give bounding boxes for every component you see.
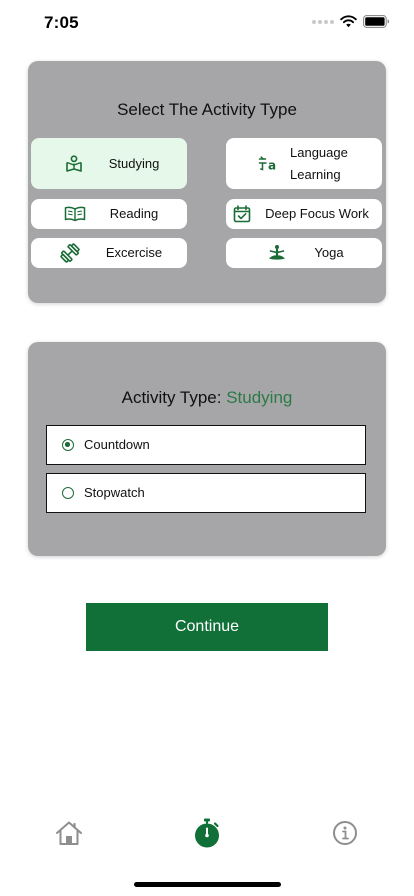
home-icon — [56, 821, 82, 845]
timer-mode-countdown[interactable]: Countdown — [46, 425, 366, 465]
activity-type-heading: Activity Type: Studying — [28, 388, 386, 408]
home-indicator[interactable] — [134, 882, 281, 887]
activity-option-studying[interactable]: Studying — [31, 138, 187, 189]
activity-option-reading[interactable]: Reading — [31, 199, 187, 229]
activity-option-label: Deep Focus Work — [265, 206, 369, 221]
wifi-icon — [340, 15, 357, 28]
timer-mode-label: Stopwatch — [84, 485, 145, 500]
activity-type-prefix: Activity Type: — [121, 388, 222, 407]
continue-button[interactable]: Continue — [86, 603, 328, 651]
dumbbell-icon — [59, 242, 81, 264]
timer-mode-label: Countdown — [84, 437, 150, 452]
activity-option-label: Language Learning — [290, 144, 348, 182]
activity-option-yoga[interactable]: Yoga — [226, 238, 382, 268]
svg-text:a: a — [268, 158, 276, 172]
activity-type-panel: Select The Activity Type Studying a Lang… — [28, 61, 386, 303]
activity-type-value: Studying — [226, 388, 293, 407]
timer-mode-panel: Activity Type: Studying Countdown Stopwa… — [28, 342, 386, 556]
radio-unselected-icon — [62, 487, 74, 499]
activity-option-language-learning[interactable]: a Language Learning — [226, 138, 382, 189]
activity-panel-title: Select The Activity Type — [117, 100, 297, 119]
timer-mode-stopwatch[interactable]: Stopwatch — [46, 473, 366, 513]
stopwatch-icon — [195, 818, 219, 848]
language-icon: a — [258, 153, 280, 175]
tab-timer[interactable] — [192, 818, 222, 848]
calendar-check-icon — [231, 203, 253, 225]
tab-home[interactable] — [54, 818, 84, 848]
activity-option-label: Studying — [108, 155, 160, 171]
activity-option-label: Yoga — [314, 245, 344, 260]
info-icon — [333, 821, 357, 845]
study-book-icon — [63, 153, 85, 175]
status-icons — [312, 15, 390, 28]
tab-info[interactable] — [330, 818, 360, 848]
activity-option-label: Reading — [109, 206, 159, 221]
radio-selected-icon — [62, 439, 74, 451]
status-time: 7:05 — [44, 13, 79, 32]
signal-dots-icon — [312, 19, 334, 24]
activity-option-deep-focus-work[interactable]: Deep Focus Work — [226, 199, 382, 229]
activity-option-label: Excercise — [105, 245, 163, 260]
open-book-icon — [64, 203, 86, 225]
status-bar: 7:05 — [0, 0, 414, 46]
battery-icon — [363, 15, 390, 28]
activity-option-excercise[interactable]: Excercise — [31, 238, 187, 268]
